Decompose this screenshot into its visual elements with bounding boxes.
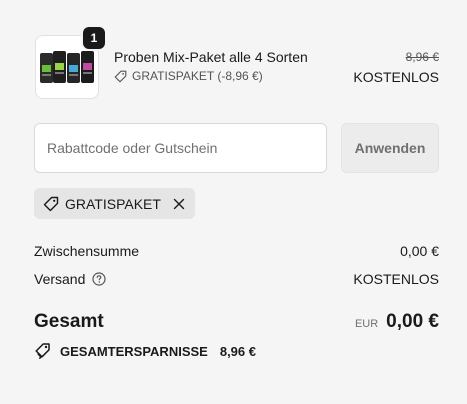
remove-discount-button[interactable] xyxy=(171,196,187,212)
shipping-value: KOSTENLOS xyxy=(353,271,439,287)
product-image xyxy=(40,51,94,83)
savings-label: GESAMTERSPARNISSE xyxy=(60,343,208,359)
subtotal-label: Zwischensumme xyxy=(34,243,140,259)
question-circle-icon[interactable] xyxy=(92,272,106,286)
shipping-row: Versand KOSTENLOS xyxy=(34,270,439,288)
shipping-label: Versand xyxy=(34,271,86,287)
tag-icon xyxy=(114,70,127,82)
discount-code-input[interactable] xyxy=(34,123,327,173)
line-item-discount-label: GRATISPAKET (-8,96 €) xyxy=(132,69,263,83)
tag-icon xyxy=(43,196,59,211)
total-value: 0,00 € xyxy=(386,311,439,332)
line-item: 1 Proben Mix-Paket alle 4 Sorten GRATISP… xyxy=(35,27,439,99)
total-label: Gesamt xyxy=(34,311,104,332)
applied-discount-tag: GRATISPAKET xyxy=(34,188,195,219)
total-row: Gesamt EUR 0,00 € xyxy=(34,310,439,334)
subtotal-value: 0,00 € xyxy=(400,243,439,259)
subtotal-row: Zwischensumme 0,00 € xyxy=(34,242,439,260)
item-price: KOSTENLOS xyxy=(353,69,439,85)
close-icon xyxy=(173,198,185,209)
quantity-badge: 1 xyxy=(83,27,105,49)
product-title: Proben Mix-Paket alle 4 Sorten xyxy=(114,49,308,65)
currency-code: EUR xyxy=(354,318,379,330)
total-amount-group: EUR 0,00 € xyxy=(355,311,439,333)
line-item-discount: GRATISPAKET (-8,96 €) xyxy=(114,69,263,83)
total-savings: GESAMTERSPARNISSE 8,96 € xyxy=(34,342,256,360)
tags-icon xyxy=(35,343,50,359)
savings-value: 8,96 € xyxy=(219,343,256,359)
original-price: 8,96 € xyxy=(405,50,439,64)
shipping-label-group: Versand xyxy=(34,271,106,287)
applied-discount-code: GRATISPAKET xyxy=(65,195,161,212)
apply-discount-button[interactable]: Anwenden xyxy=(341,123,439,173)
